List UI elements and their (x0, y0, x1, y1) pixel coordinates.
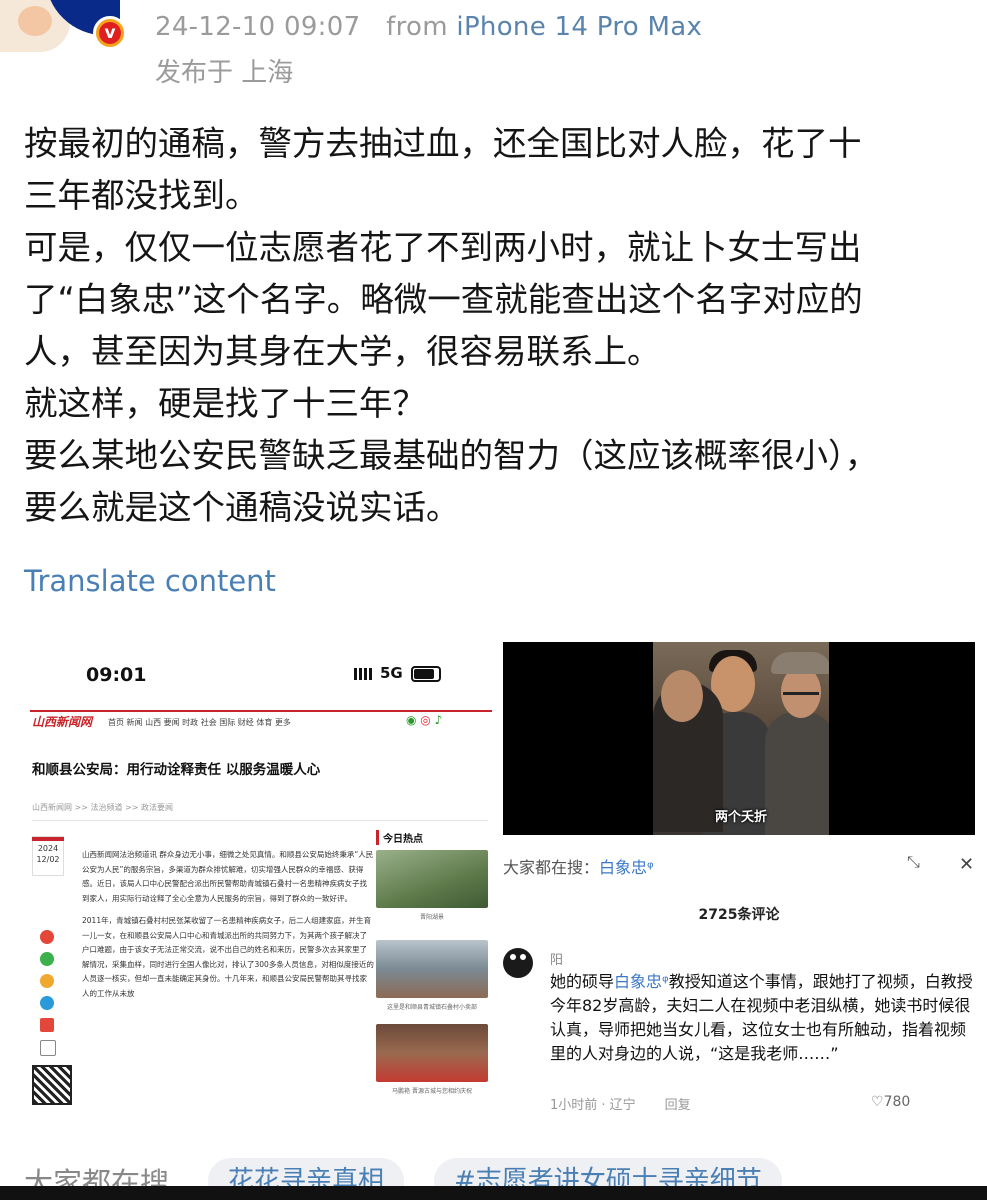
avatar-face (18, 6, 52, 36)
article-body: 山西新闻网法治频道讯 群众身边无小事，细微之处见真情。和顺县公安局始终秉承“人民… (82, 848, 374, 1009)
share-qzone-icon (40, 974, 54, 988)
comment-count: 2725条评论 (698, 907, 780, 923)
commenter-name[interactable]: 阳 (550, 949, 563, 968)
thumbnail-image (376, 850, 488, 908)
article-date-box: 2024 12/02 (32, 836, 64, 876)
expand-icon[interactable]: ⤡ (907, 852, 920, 872)
breadcrumb: 山西新闻网 >> 法治频道 >> 政法要闻 (32, 803, 173, 812)
person-hat (771, 652, 829, 674)
signal-icon (354, 667, 372, 680)
attached-image-video-comment-screenshot[interactable]: 两个夭折 大家都在搜：白象忠ᵠ ⤡ ✕ 2725条评论 阳 她的硕导白象忠ᵠ教授… (503, 642, 975, 1122)
search-icon: ᵠ (662, 972, 669, 991)
network-label: 5G (380, 664, 403, 682)
verified-badge-icon: v (93, 16, 127, 50)
site-logo: 山西新闻网 (32, 715, 93, 729)
status-bar-indicators: 5G (354, 664, 441, 682)
post-line: 就这样，硬是找了十三年？ (24, 384, 426, 423)
post-line: 要么某地公安民警缺乏最基础的智力（这应该概率很小）， (24, 436, 879, 475)
thumbnail-image (376, 940, 488, 998)
comment-text-pre: 她的硕导 (550, 972, 615, 991)
from-label: from (386, 12, 448, 42)
thumbnail-caption: 晋阳湖景 (419, 914, 444, 921)
like-count: 780 (883, 1094, 911, 1110)
battery-icon (410, 665, 441, 682)
hot-search-line[interactable]: 大家都在搜：白象忠ᵠ (503, 854, 654, 878)
post-line: 人，甚至因为其身在大学，很容易联系上。 (24, 332, 661, 371)
share-qq-icon (40, 996, 54, 1010)
social-icons: ◉ ◎ ♪ (406, 713, 443, 727)
post-content: 按最初的通稿，警方去抽过血，还全国比对人脸，花了十 三年都没找到。 可是，仅仅一… (24, 118, 974, 534)
post-time: 24-12-10 09:07 (155, 12, 361, 42)
thumbnail-caption: 这里是和顺县青城镇石叠村小卖部 (386, 1004, 477, 1011)
post-line: 按最初的通稿，警方去抽过血，还全国比对人脸，花了十 (24, 124, 862, 163)
comment-text: 她的硕导白象忠ᵠ教授知道这个事情，跟她打了视频，白教授今年82岁高龄，夫妇二人在… (550, 970, 975, 1066)
status-bar-time: 09:01 (86, 664, 147, 686)
comment-time: 1小时前 · 辽宁 (550, 1098, 636, 1113)
post-line: 要么就是这个通稿没说实话。 (24, 488, 460, 527)
close-icon[interactable]: ✕ (959, 854, 974, 875)
post-line: 了“白象忠”这个名字。略微一查就能查出这个名字对应的 (24, 280, 863, 319)
search-prefix: 大家都在搜： (503, 858, 600, 877)
like-button[interactable]: ♡780 (871, 1094, 910, 1110)
sidebar-heading: 今日热点 (376, 830, 423, 845)
post-time-device: 24-12-10 09:07 from iPhone 14 Pro Max (155, 12, 702, 42)
date-year: 2024 (37, 844, 59, 853)
person-head (661, 670, 703, 722)
thumbnail-image (376, 1024, 488, 1082)
thumbnail-caption: 马鹏艳 晋源古城与您相约庆祝 (392, 1088, 472, 1095)
edit-icon (40, 1040, 56, 1056)
share-more-icon (40, 1018, 54, 1032)
article-paragraph: 2011年，青城镇石叠村村民张某收留了一名患精神疾病女子，后二人组建家庭，并生育… (82, 916, 374, 998)
date-day: 12/02 (36, 855, 60, 864)
reply-button[interactable]: 回复 (665, 1098, 691, 1113)
article-paragraph: 山西新闻网法治频道讯 群众身边无小事，细微之处见真情。和顺县公安局始终秉承“人民… (82, 850, 374, 903)
search-icon: ᵠ (647, 858, 654, 877)
device-link[interactable]: iPhone 14 Pro Max (456, 12, 702, 42)
comment-keyword[interactable]: 白象忠 (614, 972, 662, 991)
video-frame: 两个夭折 (653, 642, 829, 835)
site-header-line (30, 710, 492, 712)
heart-icon: ♡ (871, 1094, 884, 1110)
post-location: 发布于 上海 (155, 58, 294, 88)
bottom-black-bar (0, 1186, 987, 1200)
commenter-avatar[interactable] (503, 948, 533, 978)
search-keyword[interactable]: 白象忠 (599, 858, 647, 877)
site-nav: 首页 新闻 山西 要闻 时政 社会 国际 财经 体育 更多 (108, 718, 291, 727)
translate-content-link[interactable]: Translate content (24, 564, 276, 598)
share-weibo-icon (40, 930, 54, 944)
post-line: 三年都没找到。 (24, 176, 259, 215)
post-line: 可是，仅仅一位志愿者花了不到两小时，就让卜女士写出 (24, 228, 862, 267)
person-glasses (783, 684, 819, 695)
divider (32, 820, 488, 821)
comment-meta: 1小时前 · 辽宁 回复 (550, 1094, 691, 1113)
qr-code-icon (32, 1065, 72, 1105)
share-wechat-icon (40, 952, 54, 966)
attached-image-news-screenshot[interactable]: 09:01 5G 山西新闻网 首页 新闻 山西 要闻 时政 社会 国际 财经 体… (24, 640, 496, 1120)
date-box-bar (32, 837, 64, 841)
article-title: 和顺县公安局：用行动诠释责任 以服务温暖人心 (32, 762, 321, 778)
video-subtitle: 两个夭折 (714, 810, 767, 825)
video-player[interactable]: 两个夭折 (503, 642, 975, 835)
